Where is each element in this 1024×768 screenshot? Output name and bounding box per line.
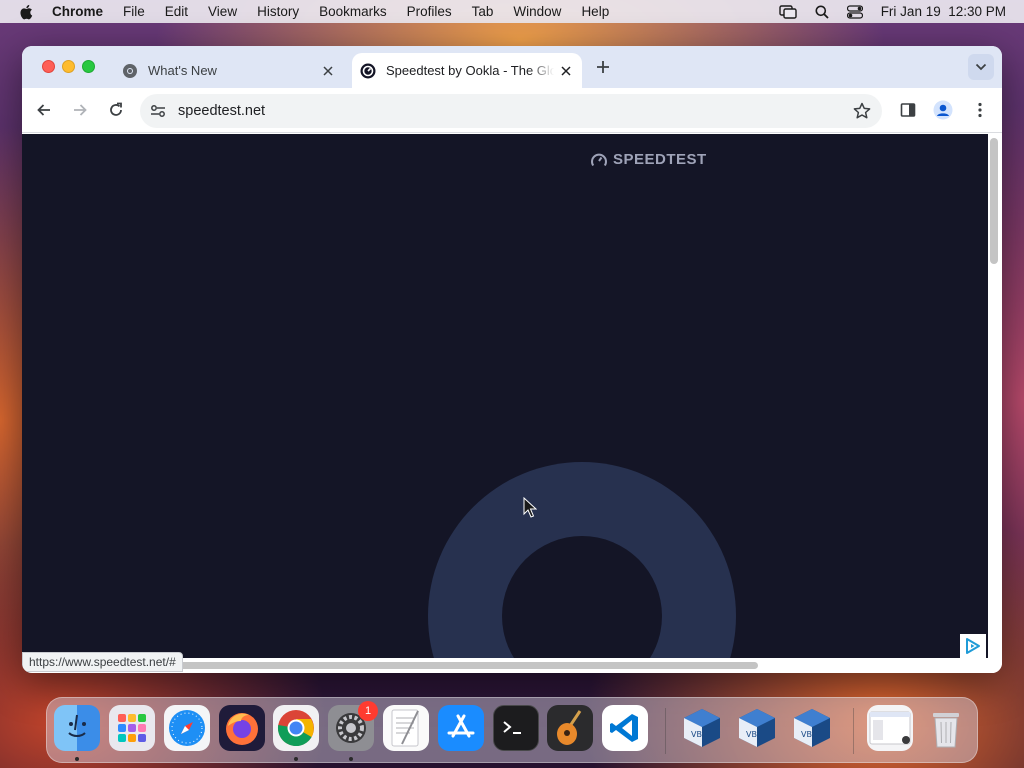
- dock-chrome-icon[interactable]: [273, 705, 319, 751]
- notification-badge: 1: [358, 701, 378, 721]
- dock-app-store-icon[interactable]: [438, 705, 484, 751]
- window-close-button[interactable]: [42, 60, 55, 73]
- dock-launchpad-icon[interactable]: [109, 705, 155, 751]
- menu-profiles[interactable]: Profiles: [407, 4, 452, 19]
- dock-textedit-icon[interactable]: [383, 705, 429, 751]
- more-vertical-icon: [978, 102, 982, 118]
- spotlight-search-icon[interactable]: [815, 5, 829, 19]
- svg-text:VB: VB: [801, 730, 812, 739]
- control-center-icon[interactable]: [846, 4, 863, 19]
- dock-running-dot: [349, 757, 353, 761]
- adchoices-button[interactable]: [960, 634, 986, 658]
- profile-avatar-icon: [933, 100, 953, 120]
- menu-view[interactable]: View: [208, 4, 237, 19]
- arrow-right-icon: [74, 104, 87, 116]
- bookmark-star-icon[interactable]: [852, 101, 872, 121]
- dock-safari-icon[interactable]: [164, 705, 210, 751]
- chrome-favicon-icon: [123, 63, 137, 78]
- new-tab-plus-icon[interactable]: [594, 58, 612, 76]
- menu-window[interactable]: Window: [513, 4, 561, 19]
- address-bar[interactable]: speedtest.net: [140, 94, 882, 128]
- dock-finder-icon[interactable]: [54, 705, 100, 751]
- link-status-bubble: https://www.speedtest.net/#: [22, 652, 183, 672]
- window-zoom-button[interactable]: [82, 60, 95, 73]
- side-panel-button[interactable]: [898, 100, 918, 120]
- tab-close-icon[interactable]: [320, 63, 336, 79]
- tab-title: Speedtest by Ookla - The Global Broadban…: [386, 63, 554, 78]
- tab-title: What's New: [148, 63, 217, 78]
- tab-speedtest[interactable]: Speedtest by Ookla - The Global Broadban…: [352, 53, 582, 88]
- dock-terminal-icon[interactable]: [493, 705, 539, 751]
- menu-tab[interactable]: Tab: [472, 4, 494, 19]
- back-button[interactable]: [34, 100, 54, 120]
- dock-virtualbox-icon[interactable]: VB: [734, 705, 780, 751]
- chevron-down-icon: [975, 63, 987, 71]
- menu-bar: Chrome File Edit View History Bookmarks …: [0, 0, 1024, 23]
- dock-trash-icon[interactable]: [923, 705, 969, 751]
- side-panel-icon: [900, 103, 916, 117]
- logo-text: SPEEDTEST: [613, 151, 707, 168]
- menu-history[interactable]: History: [257, 4, 299, 19]
- menu-help[interactable]: Help: [581, 4, 609, 19]
- page-content: SPEEDTEST: [22, 134, 988, 673]
- svg-text:VB: VB: [746, 730, 757, 739]
- reload-button[interactable]: [106, 100, 126, 120]
- tab-whats-new[interactable]: What's New: [114, 53, 344, 88]
- mouse-cursor-icon: [523, 497, 537, 518]
- dock-preview-window-icon[interactable]: [867, 705, 913, 751]
- window-minimize-button[interactable]: [62, 60, 75, 73]
- menu-edit[interactable]: Edit: [165, 4, 188, 19]
- svg-text:VB: VB: [691, 730, 702, 739]
- speedtest-logo[interactable]: SPEEDTEST: [590, 151, 707, 168]
- dock-firefox-icon[interactable]: [219, 705, 265, 751]
- site-settings-icon[interactable]: [148, 101, 168, 121]
- horizontal-scroll-thumb[interactable]: [142, 662, 758, 669]
- chrome-menu-button[interactable]: [970, 100, 990, 120]
- adchoices-icon: [966, 638, 980, 654]
- dock-garageband-icon[interactable]: [547, 705, 593, 751]
- menu-bookmarks[interactable]: Bookmarks: [319, 4, 387, 19]
- status-url: https://www.speedtest.net/#: [29, 655, 176, 669]
- tab-close-icon[interactable]: [558, 63, 574, 79]
- arrow-left-icon: [37, 104, 50, 116]
- menu-app-name[interactable]: Chrome: [52, 4, 103, 19]
- browser-window: What's New Speedtest by Ookla - The Glob…: [22, 46, 1002, 673]
- tab-strip: What's New Speedtest by Ookla - The Glob…: [22, 46, 1002, 88]
- reload-icon: [110, 102, 122, 116]
- apple-menu-icon[interactable]: [18, 3, 36, 21]
- dock-separator: [665, 708, 666, 754]
- dock-separator: [853, 708, 854, 754]
- url-text[interactable]: speedtest.net: [178, 103, 852, 119]
- profile-button[interactable]: [933, 100, 953, 120]
- dock-virtualbox-icon[interactable]: VB: [679, 705, 725, 751]
- speedometer-icon: [591, 153, 607, 166]
- tab-search-button[interactable]: [968, 54, 994, 80]
- dock-vscode-icon[interactable]: [602, 705, 648, 751]
- forward-button[interactable]: [70, 100, 90, 120]
- dock-virtualbox-icon[interactable]: VB: [789, 705, 835, 751]
- dock: VB VB VB: [46, 697, 978, 763]
- dock-running-dot: [294, 757, 298, 761]
- browser-toolbar: speedtest.net: [22, 88, 1002, 133]
- speedtest-favicon-icon: [360, 63, 376, 78]
- dock-running-dot: [75, 757, 79, 761]
- menu-file[interactable]: File: [123, 4, 145, 19]
- screen-mirroring-icon[interactable]: [778, 4, 797, 19]
- menu-clock[interactable]: Fri Jan 19 12:30 PM: [881, 4, 1006, 19]
- vertical-scroll-thumb[interactable]: [990, 138, 998, 264]
